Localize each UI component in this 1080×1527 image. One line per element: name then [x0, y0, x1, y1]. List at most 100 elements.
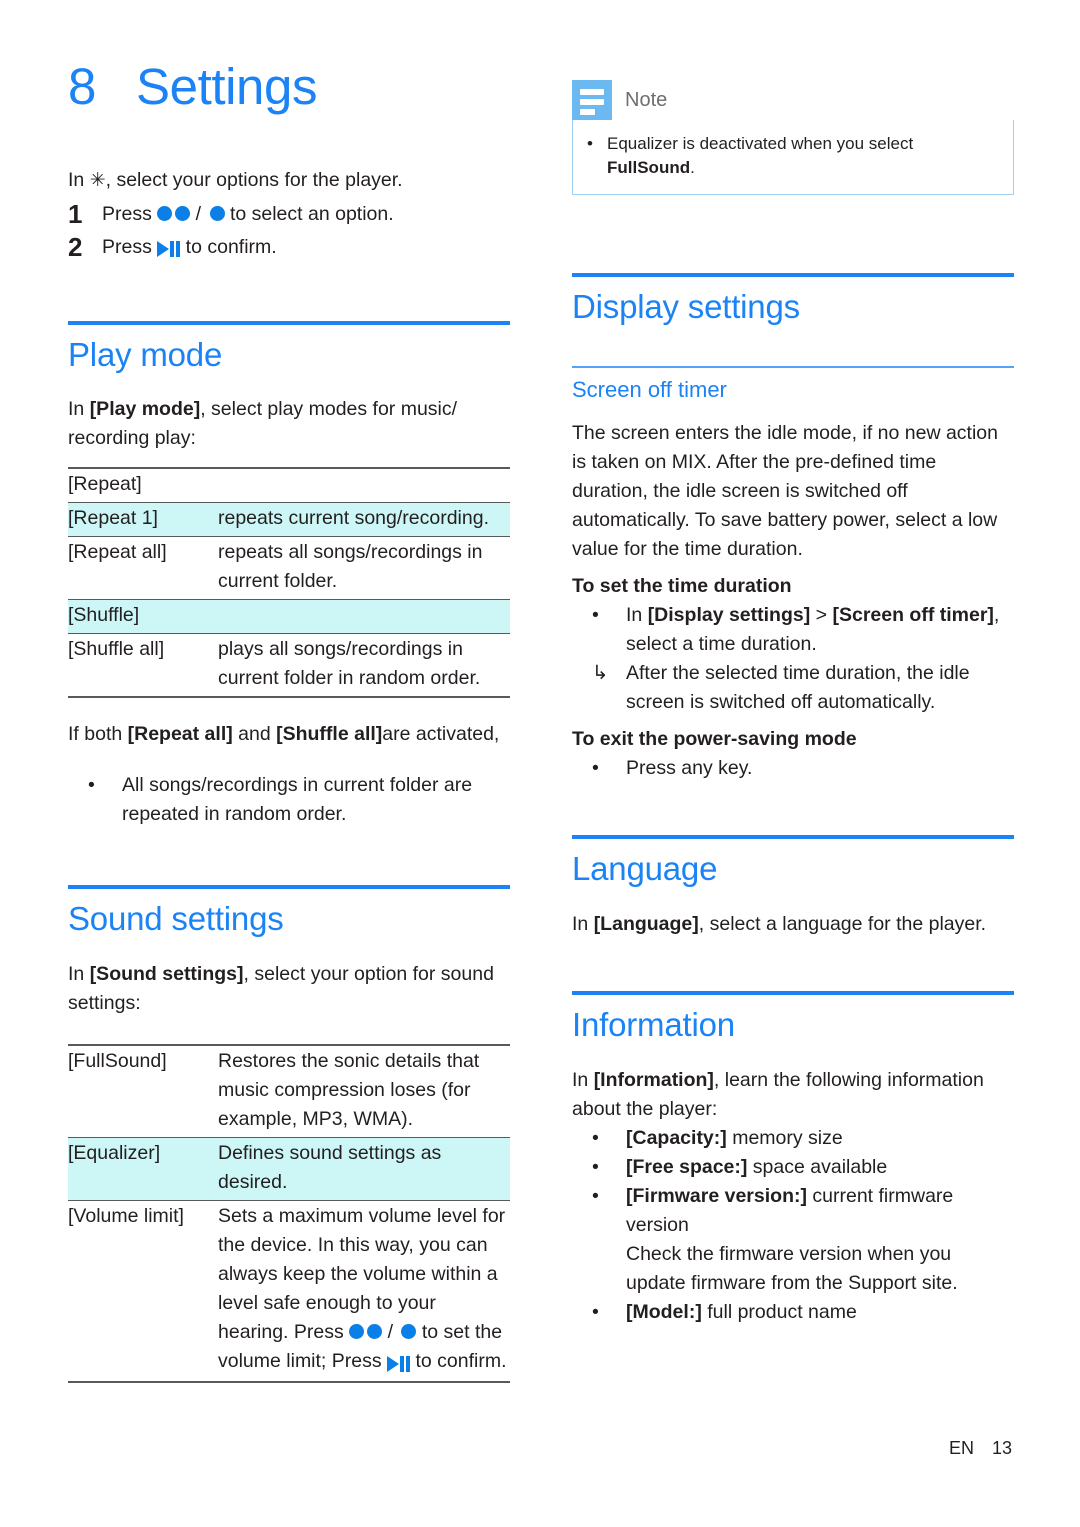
ok-dot-icon [209, 205, 225, 221]
item-bold: [Model:] [626, 1301, 702, 1324]
after-mid: and [232, 723, 277, 746]
play-pause-icon [387, 1349, 411, 1378]
list-item: • [Capacity:] memory size [572, 1124, 1014, 1153]
row-value [218, 467, 510, 504]
subsection-rule [572, 365, 1014, 368]
note-box: Note • Equalizer is deactivated when you… [572, 80, 1014, 195]
left-column: 8 Settings In ✳, select your options for… [68, 60, 510, 1384]
step-2-text: Press to confirm. [102, 232, 510, 265]
bullet-icon: • [88, 774, 95, 797]
footer-language-code: EN [948, 1438, 974, 1458]
step-1-before: Press [102, 202, 158, 225]
note-body: • Equalizer is deactivated when you sele… [572, 120, 1014, 195]
list-item-text: After the selected time duration, the id… [626, 662, 970, 714]
screen-off-timer-title: Screen off timer [572, 376, 727, 402]
table-row: [Equalizer] Defines sound settings as de… [68, 1137, 510, 1202]
language-title: Language [572, 850, 718, 888]
language-intro: In [Language], select a language for the… [572, 910, 1014, 939]
list-item: ↳ After the selected time duration, the … [572, 659, 1014, 717]
intro-lead-after: , select your options for the player. [105, 168, 403, 191]
row-value [218, 599, 510, 635]
list-item: • [Model:] full product name [572, 1298, 1014, 1327]
section-rule [68, 885, 510, 890]
play-mode-title: Play mode [68, 335, 223, 373]
play-mode-intro-before: In [68, 398, 90, 421]
table-row: [Volume limit] Sets a maximum volume lev… [68, 1200, 510, 1384]
list-item-text: [Free space:] space available [626, 1153, 1014, 1182]
play-mode-table: [Repeat] [Repeat 1] repeats current song… [68, 467, 510, 699]
intro-steps: 1 Press / to select an option. 2 Press t… [68, 199, 510, 265]
section-rule [68, 320, 510, 325]
language-intro-after: , select a language for the player. [698, 913, 987, 936]
row-key: [Repeat] [68, 467, 218, 504]
chapter-number: 8 [68, 58, 96, 115]
set-time-duration-heading: To set the time duration [572, 575, 792, 598]
row-value: Defines sound settings as desired. [218, 1137, 510, 1202]
information-intro-before: In [572, 1069, 594, 1092]
section-information: Information In [Information], learn the … [572, 991, 1014, 1327]
bullet-icon: • [592, 1156, 599, 1179]
chapter-title: 8 Settings [68, 60, 510, 114]
list-item: • All songs/recordings in current folder… [68, 771, 510, 829]
section-play-mode: Play mode In [Play mode], select play mo… [68, 320, 510, 830]
row-value: Sets a maximum volume level for the devi… [218, 1200, 510, 1384]
list-item-text: Equalizer is deactivated when you select… [607, 132, 999, 180]
information-title: Information [572, 1006, 735, 1044]
sound-intro-before: In [68, 963, 90, 986]
step-2-number: 2 [68, 231, 83, 262]
firmware-note: Check the firmware version when you upda… [626, 1243, 958, 1295]
up-dot-icon [349, 1324, 365, 1340]
sound-intro-bold: [Sound settings] [89, 963, 244, 986]
list-item: • Equalizer is deactivated when you sele… [587, 132, 999, 180]
play-mode-after-text: If both [Repeat all] and [Shuffle all]ar… [68, 720, 510, 749]
bullet-icon: • [592, 757, 599, 780]
sound-settings-intro: In [Sound settings], select your option … [68, 960, 510, 1018]
item-rest: full product name [701, 1301, 857, 1324]
step-1-after: to select an option. [224, 202, 394, 225]
after-bold-2: [Shuffle all] [276, 723, 383, 746]
after-bold-1: [Repeat all] [127, 723, 233, 746]
list-item-text: In [Display settings] > [Screen off time… [626, 601, 1014, 659]
down-dot-icon [367, 1324, 383, 1340]
sound-settings-table: [FullSound] Restores the sonic details t… [68, 1044, 510, 1384]
information-intro-bold: [Information] [593, 1069, 714, 1092]
bullet-icon: • [592, 1301, 599, 1324]
play-mode-bullets: • All songs/recordings in current folder… [68, 771, 510, 829]
sound-settings-title: Sound settings [68, 900, 284, 938]
manual-page: 8 Settings In ✳, select your options for… [0, 0, 1080, 1527]
right-column: Note • Equalizer is deactivated when you… [572, 80, 1014, 1327]
note-icon [572, 80, 612, 120]
item-bold: [Capacity:] [626, 1127, 727, 1150]
intro-lead-before: In [68, 168, 90, 191]
note-text-bold: FullSound [607, 158, 691, 177]
note-text-before: Equalizer is deactivated when you select [607, 134, 914, 153]
table-row: [Repeat] [68, 467, 510, 504]
down-dot-icon [175, 205, 191, 221]
step-2-after: to confirm. [180, 235, 277, 258]
list-item-text: [Firmware version:] current firmware ver… [626, 1182, 1014, 1240]
list-item-text: All songs/recordings in current folder a… [122, 774, 473, 826]
language-intro-before: In [572, 913, 594, 936]
section-rule [572, 835, 1014, 840]
row-key: [Shuffle all] [68, 633, 218, 699]
play-mode-intro: In [Play mode], select play modes for mu… [68, 395, 510, 453]
display-settings-title: Display settings [572, 288, 800, 325]
volume-text-3: to confirm. [410, 1350, 507, 1373]
step-1-number: 1 [68, 198, 83, 229]
information-bullets: • [Capacity:] memory size • [Free space:… [572, 1124, 1014, 1240]
note-header: Note [572, 80, 1014, 120]
section-language: Language In [Language], select a languag… [572, 835, 1014, 939]
footer-page-number: 13 [991, 1438, 1012, 1458]
screen-off-timer-paragraph: The screen enters the idle mode, if no n… [572, 422, 998, 561]
row-key: [Repeat 1] [68, 502, 218, 538]
step-1: 1 Press / to select an option. [68, 199, 510, 230]
language-intro-bold: [Language] [593, 913, 699, 936]
note-title: Note [625, 88, 668, 111]
table-row: [Shuffle all] plays all songs/recordings… [68, 633, 510, 699]
row-key: [Shuffle] [68, 599, 218, 635]
play-mode-intro-bold: [Play mode] [89, 398, 201, 421]
table-row: [FullSound] Restores the sonic details t… [68, 1044, 510, 1139]
after-before: If both [68, 723, 128, 746]
row-key: [Volume limit] [68, 1200, 218, 1384]
row-value: plays all songs/recordings in current fo… [218, 633, 510, 699]
